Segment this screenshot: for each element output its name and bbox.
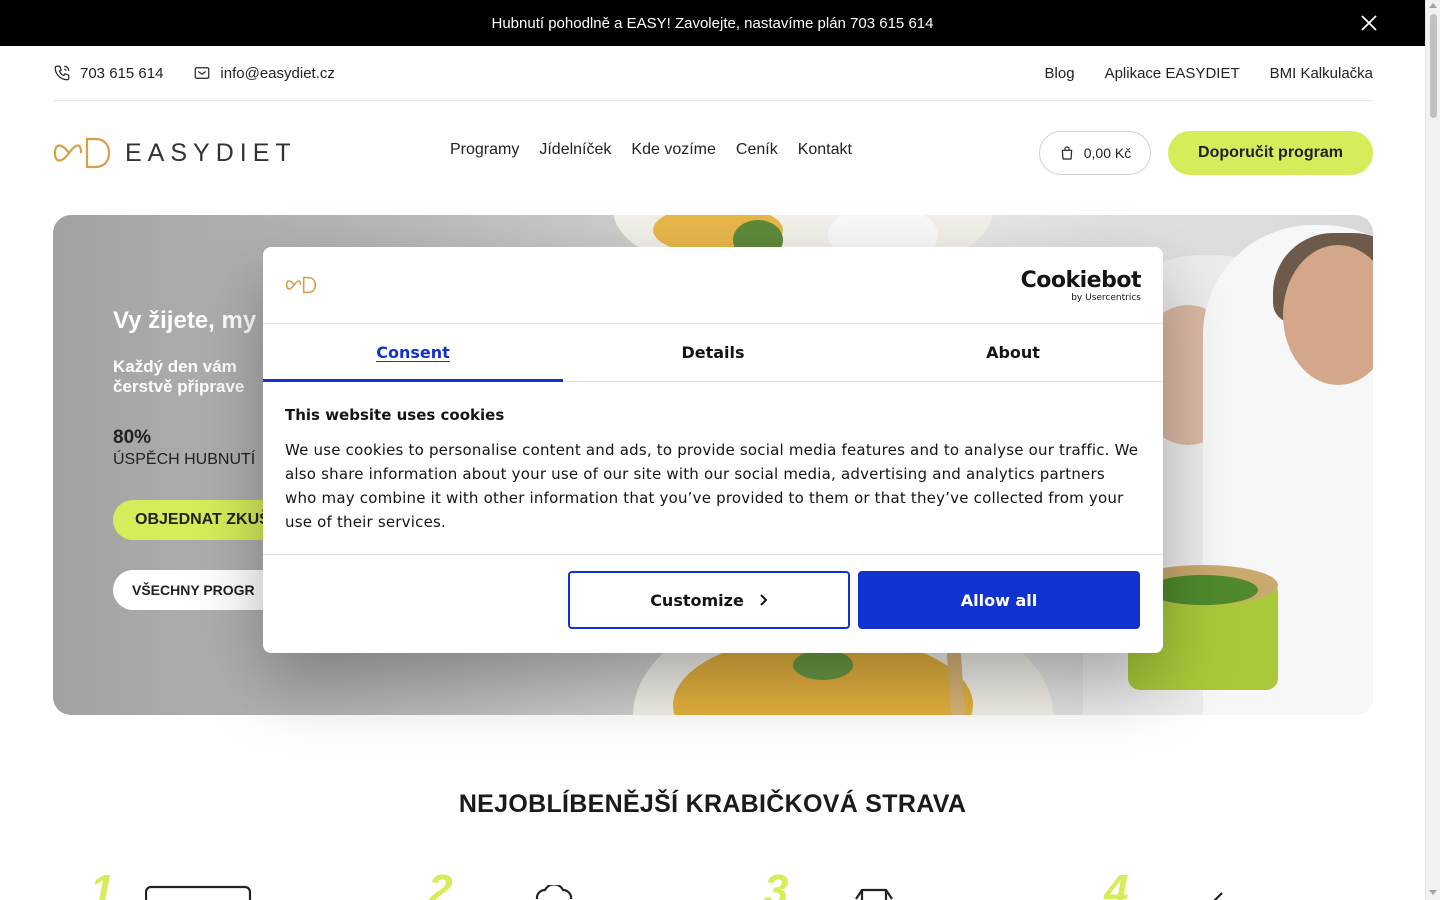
cookie-dialog-body: This website uses cookies We use cookies…	[263, 382, 1163, 555]
tab-about[interactable]: About	[863, 324, 1163, 381]
cart-value: 0,00 Kč	[1083, 145, 1132, 161]
cookie-dialog-footer: Customize Allow all	[263, 555, 1163, 652]
allow-all-button[interactable]: Allow all	[858, 571, 1140, 629]
nav-delivery[interactable]: Kde vozíme	[631, 141, 715, 159]
nav-menu[interactable]: Jídelníček	[539, 141, 611, 159]
cookie-dialog-tabs: Consent Details About	[263, 324, 1163, 382]
section-title: NEJOBLÍBENĚJŠÍ KRABIČKOVÁ STRAVA	[458, 790, 967, 818]
step-number: 2	[428, 866, 453, 900]
cart-button[interactable]: 0,00 Kč	[1039, 131, 1151, 175]
cookiebot-brand-sub: by Usercentrics	[1071, 293, 1141, 303]
main-header: EASYDIET Programy Jídelníček Kde vozíme …	[53, 101, 1373, 205]
step-number: 3	[764, 866, 789, 900]
link-bmi-calculator[interactable]: BMI Kalkulačka	[1270, 65, 1373, 82]
chef-hat-icon	[535, 885, 573, 900]
tab-consent[interactable]: Consent	[263, 324, 563, 382]
customize-button[interactable]: Customize	[568, 571, 850, 629]
cookie-dialog-header: Cookiebot by Usercentrics	[263, 247, 1163, 324]
scroll-up-arrow-icon[interactable]	[1429, 3, 1437, 8]
email-contact[interactable]: info@easydiet.cz	[193, 64, 335, 82]
phone-icon	[54, 65, 70, 81]
tab-details[interactable]: Details	[563, 324, 863, 381]
main-nav: Programy Jídelníček Kde vozíme Ceník Kon…	[450, 141, 852, 159]
delivery-box-icon	[855, 888, 893, 900]
cookie-dialog-text: We use cookies to personalise content an…	[285, 441, 1139, 531]
nav-contact[interactable]: Kontakt	[798, 141, 852, 159]
phone-number: 703 615 614	[80, 64, 164, 82]
chevron-right-icon	[760, 594, 768, 606]
page-scrollbar[interactable]	[1425, 0, 1440, 900]
scroll-down-arrow-icon[interactable]	[1429, 890, 1437, 895]
cookie-dialog-title: This website uses cookies	[285, 406, 505, 424]
easydiet-logo-icon	[285, 276, 317, 294]
checkmark-icon	[1213, 892, 1223, 900]
nav-pricing[interactable]: Ceník	[736, 141, 778, 159]
announcement-text: Hubnutí pohodlně a EASY! Zavolejte, nast…	[491, 14, 934, 32]
close-icon[interactable]	[1359, 13, 1379, 33]
link-app[interactable]: Aplikace EASYDIET	[1105, 65, 1240, 82]
link-blog[interactable]: Blog	[1045, 65, 1075, 82]
cookiebot-brand: Cookiebot	[1020, 268, 1142, 293]
scroll-thumb[interactable]	[1430, 14, 1437, 118]
customize-label: Customize	[650, 590, 744, 610]
laptop-icon	[145, 885, 252, 900]
cookie-consent-dialog: Cookiebot by Usercentrics Consent Detail…	[263, 247, 1163, 653]
site-logo[interactable]: EASYDIET	[53, 136, 297, 170]
phone-contact[interactable]: 703 615 614	[53, 64, 163, 82]
email-address: info@easydiet.cz	[220, 64, 335, 82]
recommend-program-button[interactable]: Doporučit program	[1168, 131, 1373, 175]
step-number: 1	[90, 866, 115, 900]
contact-bar: 703 615 614 info@easydiet.cz Blog Aplika…	[53, 46, 1373, 101]
announcement-bar: Hubnutí pohodlně a EASY! Zavolejte, nast…	[0, 0, 1425, 46]
shopping-bag-icon	[1061, 146, 1073, 160]
mail-icon	[195, 67, 210, 79]
easydiet-logo-icon	[53, 137, 111, 169]
logo-text: EASYDIET	[125, 138, 297, 167]
cookiebot-logo[interactable]: Cookiebot by Usercentrics	[1020, 268, 1142, 304]
nav-programs[interactable]: Programy	[450, 141, 519, 159]
step-number: 4	[1104, 866, 1129, 900]
